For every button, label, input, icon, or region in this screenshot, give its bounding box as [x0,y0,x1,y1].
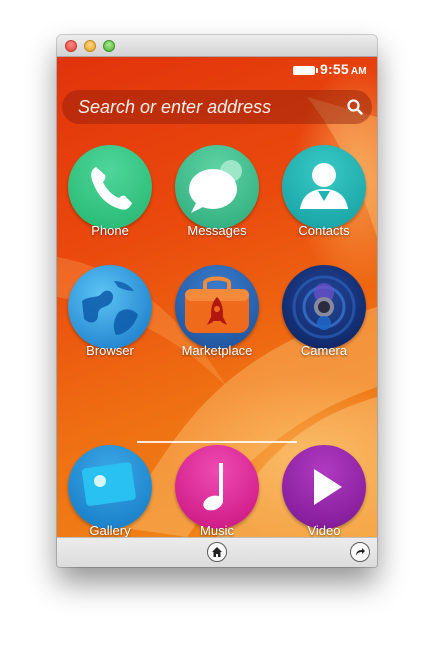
app-messages[interactable]: Messages [167,145,267,238]
home-button[interactable] [207,542,227,562]
phone-icon [68,145,152,229]
software-button-bar [57,537,377,567]
window-titlebar[interactable] [57,35,377,57]
phone-screen: 9:55 AM Search or enter address Phone Me… [57,57,377,537]
app-video[interactable]: Video [274,445,374,537]
speech-bubble-icon [175,145,259,229]
dock-divider [137,441,297,443]
rotate-icon [356,548,365,556]
app-label: Phone [91,223,129,238]
app-label: Video [307,523,341,537]
camera-lens-icon [282,265,366,349]
battery-icon [293,66,318,75]
app-browser[interactable]: Browser [60,265,160,358]
app-camera[interactable]: Camera [274,265,374,358]
search-placeholder: Search or enter address [78,97,272,117]
app-label: Contacts [298,223,350,238]
home-icon [212,547,222,557]
app-marketplace[interactable]: Marketplace [167,265,267,358]
simulator-window: 9:55 AM Search or enter address Phone Me… [57,35,377,567]
status-ampm: AM [350,66,367,77]
app-label: Music [200,523,234,537]
music-note-icon [175,445,259,529]
search-bar[interactable]: Search or enter address [62,90,372,124]
status-clock: 9:55 AM [320,61,367,77]
window-minimize-button[interactable] [84,40,96,52]
app-label: Marketplace [181,343,253,358]
app-label: Browser [86,343,134,358]
rotate-button[interactable] [350,542,370,562]
person-icon [282,145,366,229]
app-gallery[interactable]: Gallery [60,445,160,537]
window-zoom-button[interactable] [103,40,115,52]
app-phone[interactable]: Phone [60,145,160,238]
app-label: Messages [187,223,247,238]
window-close-button[interactable] [65,40,77,52]
search-icon[interactable] [346,98,364,116]
status-bar: 9:55 AM [57,57,377,81]
globe-icon [68,265,152,349]
app-label: Gallery [89,523,131,537]
play-icon [282,445,366,529]
app-label: Camera [300,343,348,358]
rocket-bag-icon [175,265,259,349]
photo-icon [68,445,152,529]
status-time: 9:55 [320,61,349,77]
app-music[interactable]: Music [167,445,267,537]
app-contacts[interactable]: Contacts [274,145,374,238]
